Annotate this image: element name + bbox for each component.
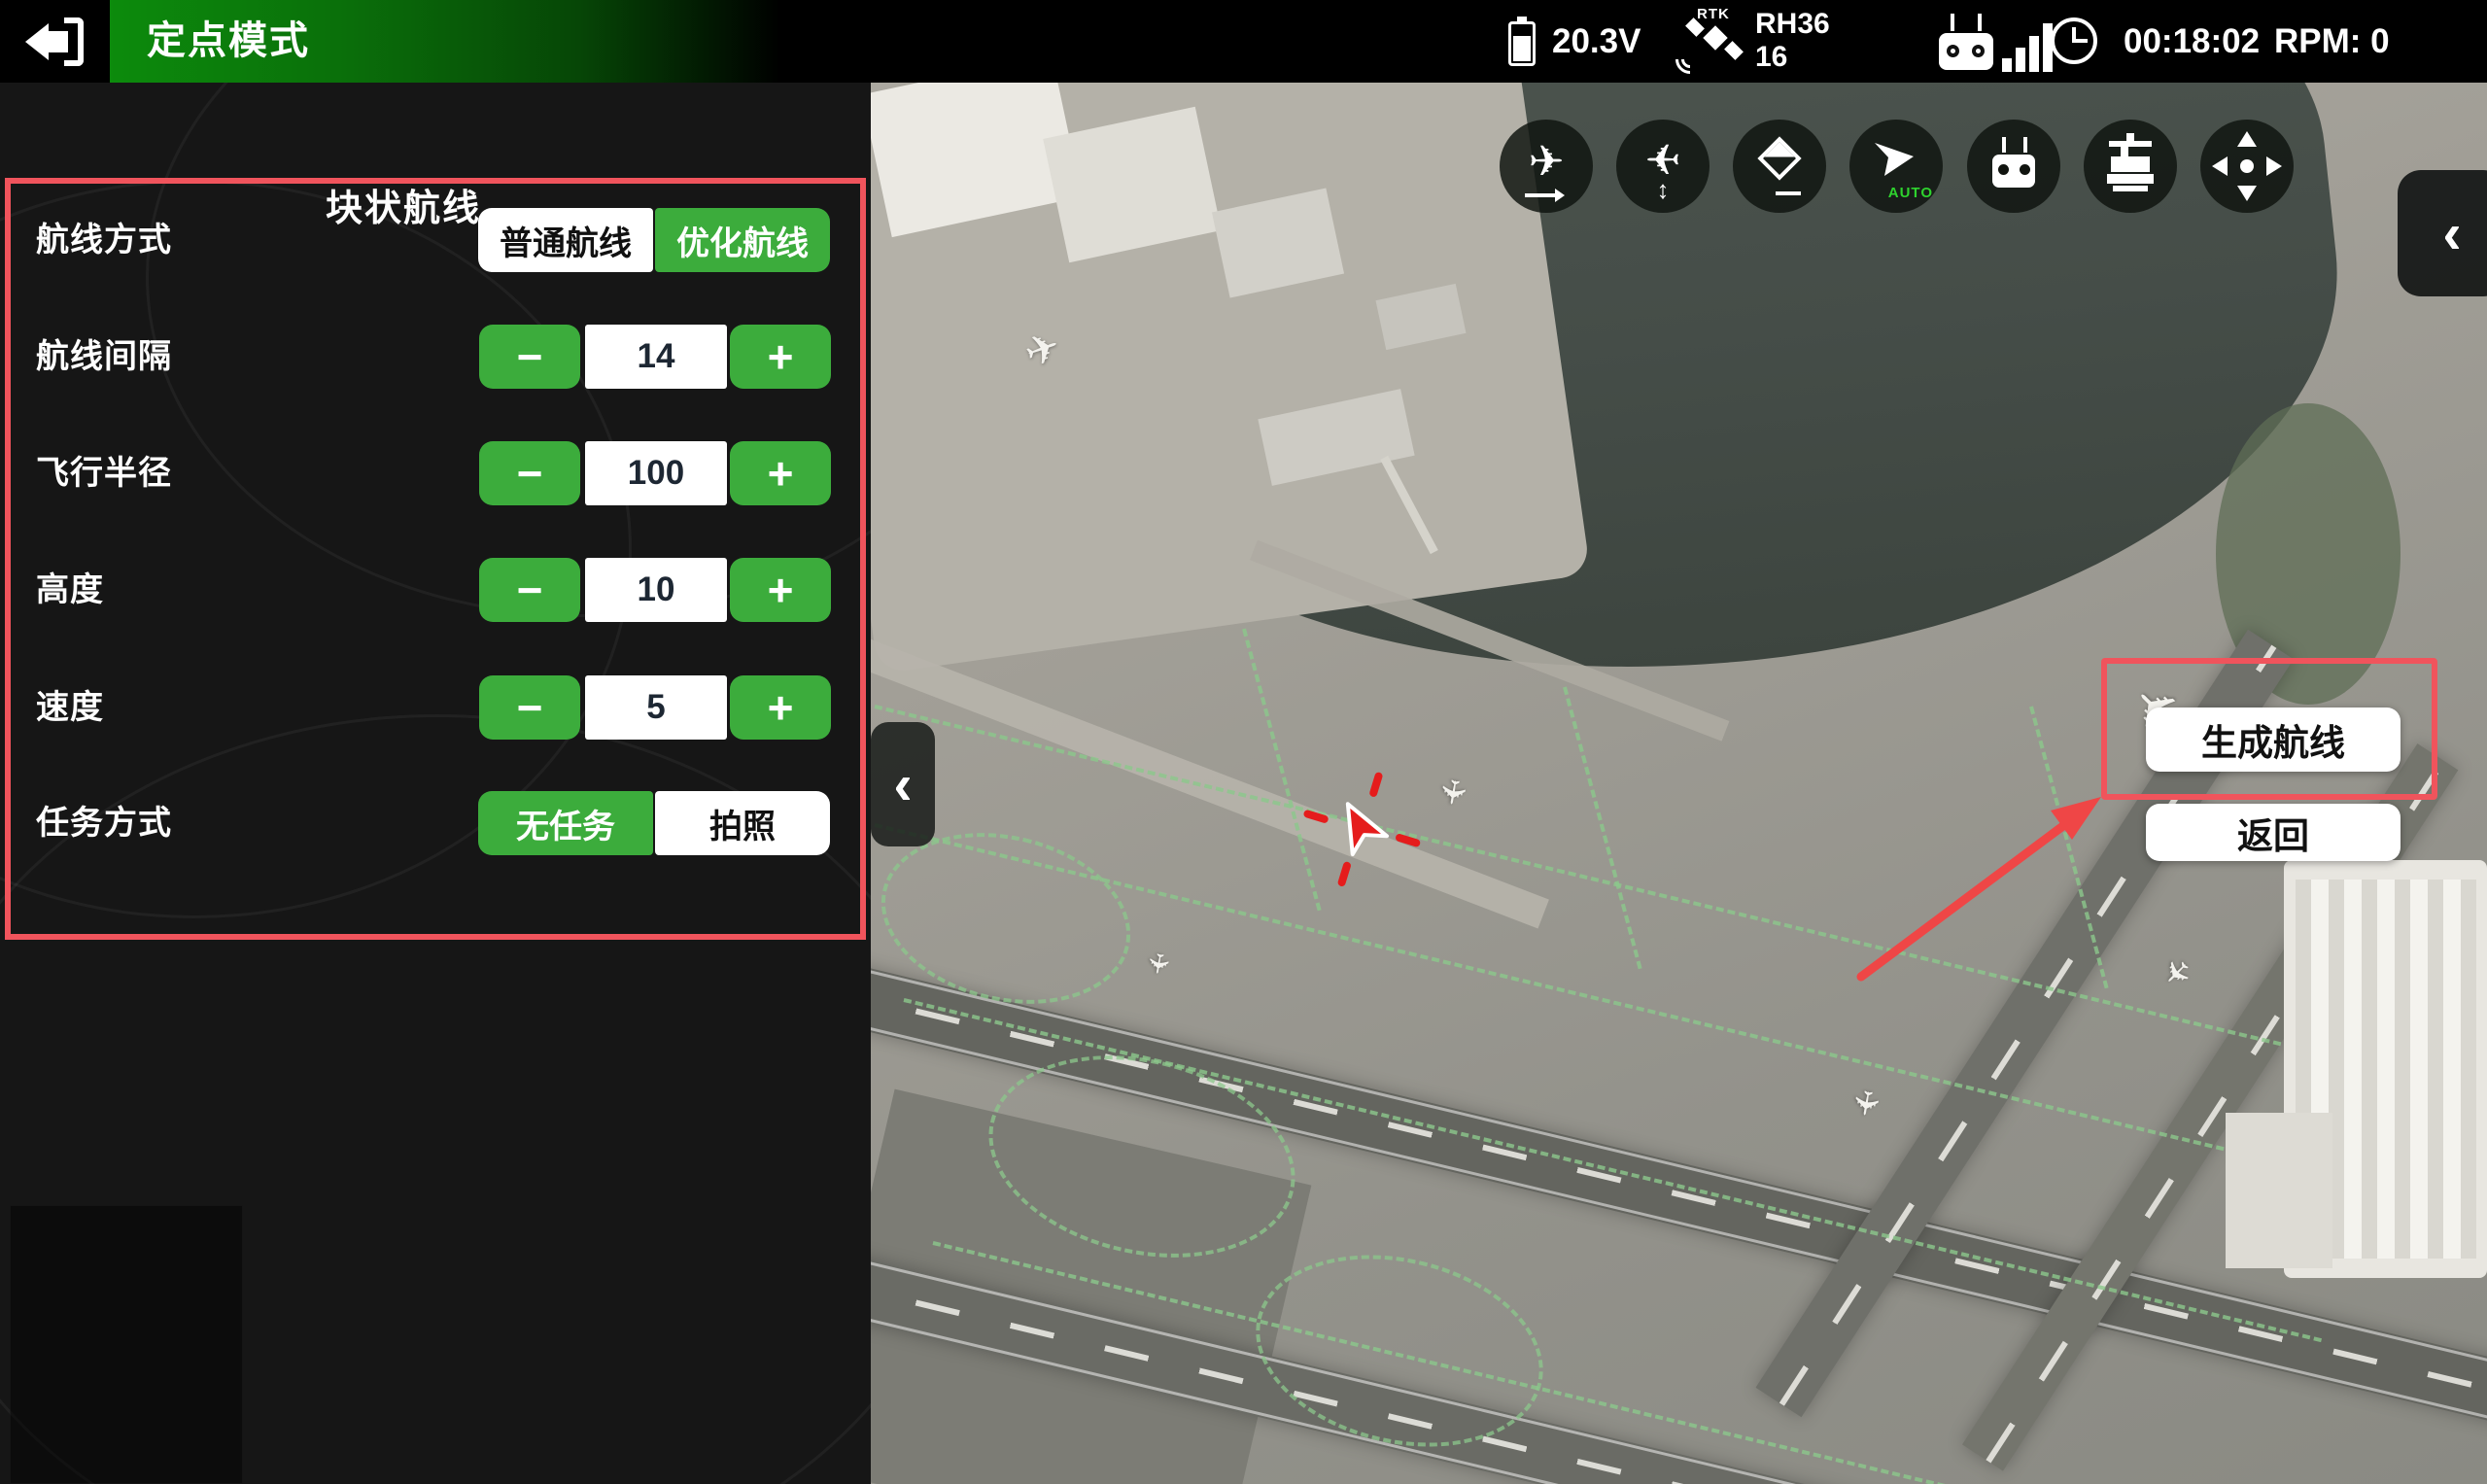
- terminal-wing: [2226, 1113, 2332, 1268]
- speed-value: 5: [585, 675, 727, 740]
- row-route-mode: 航线方式 普通航线 优化航线: [0, 208, 871, 272]
- eraser-icon[interactable]: [1733, 120, 1826, 213]
- plane-takeoff-icon[interactable]: ✈: [1500, 120, 1593, 213]
- clock-icon: [2051, 17, 2097, 64]
- remote-controller-icon: [1939, 14, 1993, 70]
- airplane-icon: ✈: [2153, 949, 2199, 995]
- airplane-icon: ✈: [1844, 1086, 1886, 1120]
- return-button[interactable]: 返回: [2146, 804, 2401, 861]
- sidebar-collapse-tab[interactable]: ‹: [2398, 170, 2487, 296]
- generate-route-button[interactable]: 生成航线: [2146, 707, 2401, 772]
- speed-plus-button[interactable]: +: [730, 675, 831, 740]
- speed-label: 速度: [36, 675, 104, 740]
- altitude-label: 高度: [36, 558, 104, 622]
- rtk-satellite-icon: RTK: [1679, 6, 1749, 76]
- flight-mode-label: 定点模式: [147, 0, 310, 83]
- photo-button[interactable]: 拍照: [655, 791, 830, 855]
- route-mode-label: 航线方式: [36, 208, 172, 272]
- altitude-plus-button[interactable]: +: [730, 558, 831, 622]
- rtk-status-line2: 16: [1755, 41, 1830, 74]
- taxiway-line: [1563, 686, 1642, 969]
- row-route-interval: 航线间隔 − 14 +: [0, 325, 871, 389]
- back-button[interactable]: [0, 0, 110, 83]
- interval-value: 14: [585, 325, 727, 389]
- auto-badge: AUTO: [1888, 185, 1933, 201]
- altitude-value: 10: [585, 558, 727, 622]
- panel-collapse-tab[interactable]: ‹: [871, 722, 935, 846]
- row-task-mode: 任务方式 无任务 拍照: [0, 791, 871, 855]
- back-arrow-icon: [25, 17, 86, 66]
- pan-move-icon[interactable]: [2200, 120, 2294, 213]
- auto-navigate-icon[interactable]: AUTO: [1849, 120, 1943, 213]
- airplane-icon: ✈: [1140, 949, 1176, 978]
- route-settings-panel: 块状航线 航线方式 普通航线 优化航线 航线间隔 − 14 + 飞行半径 − 1…: [0, 83, 871, 1484]
- row-flight-radius: 飞行半径 − 100 +: [0, 441, 871, 505]
- chevron-left-icon: ‹: [893, 752, 912, 817]
- interval-plus-button[interactable]: +: [730, 325, 831, 389]
- radius-minus-button[interactable]: −: [479, 441, 580, 505]
- signal-bars-icon: [2002, 23, 2058, 72]
- row-speed: 速度 − 5 +: [0, 675, 871, 740]
- taxiway-line: [1242, 628, 1322, 911]
- task-mode-label: 任务方式: [36, 791, 172, 855]
- top-status-bar: 定点模式 20.3V RTK RH36 16 00:18:02 RPM: 0: [0, 0, 2487, 83]
- plane-altitude-icon[interactable]: ✈↕: [1616, 120, 1710, 213]
- mode-banner: 定点模式: [110, 0, 780, 83]
- battery-voltage: 20.3V: [1552, 0, 1641, 83]
- battery-icon: [1508, 21, 1536, 66]
- optimized-route-button[interactable]: 优化航线: [655, 208, 830, 272]
- speed-minus-button[interactable]: −: [479, 675, 580, 740]
- flight-radius-label: 飞行半径: [36, 441, 172, 505]
- flight-time: 00:18:02: [2124, 0, 2260, 83]
- route-interval-label: 航线间隔: [36, 325, 172, 389]
- radius-plus-button[interactable]: +: [730, 441, 831, 505]
- altitude-minus-button[interactable]: −: [479, 558, 580, 622]
- remote-controller-icon[interactable]: [1967, 120, 2060, 213]
- row-altitude: 高度 − 10 +: [0, 558, 871, 622]
- gimbal-icon[interactable]: [2084, 120, 2177, 213]
- interval-minus-button[interactable]: −: [479, 325, 580, 389]
- panel-backdrop-block: [10, 1205, 243, 1484]
- rtk-status-line1: RH36: [1755, 8, 1830, 41]
- normal-route-button[interactable]: 普通航线: [478, 208, 653, 272]
- airplane-icon: ✈: [1431, 775, 1473, 809]
- rtk-status: RH36 16: [1755, 8, 1830, 74]
- app-window: ✈ ✈ ✈ ✈ ✈ ✈ ✈ 定点模式 20.3V RTK RH36 16: [0, 0, 2487, 1484]
- rpm-readout: RPM: 0: [2274, 0, 2390, 83]
- chevron-left-icon: ‹: [2442, 201, 2461, 266]
- no-task-button[interactable]: 无任务: [478, 791, 653, 855]
- radius-value: 100: [585, 441, 727, 505]
